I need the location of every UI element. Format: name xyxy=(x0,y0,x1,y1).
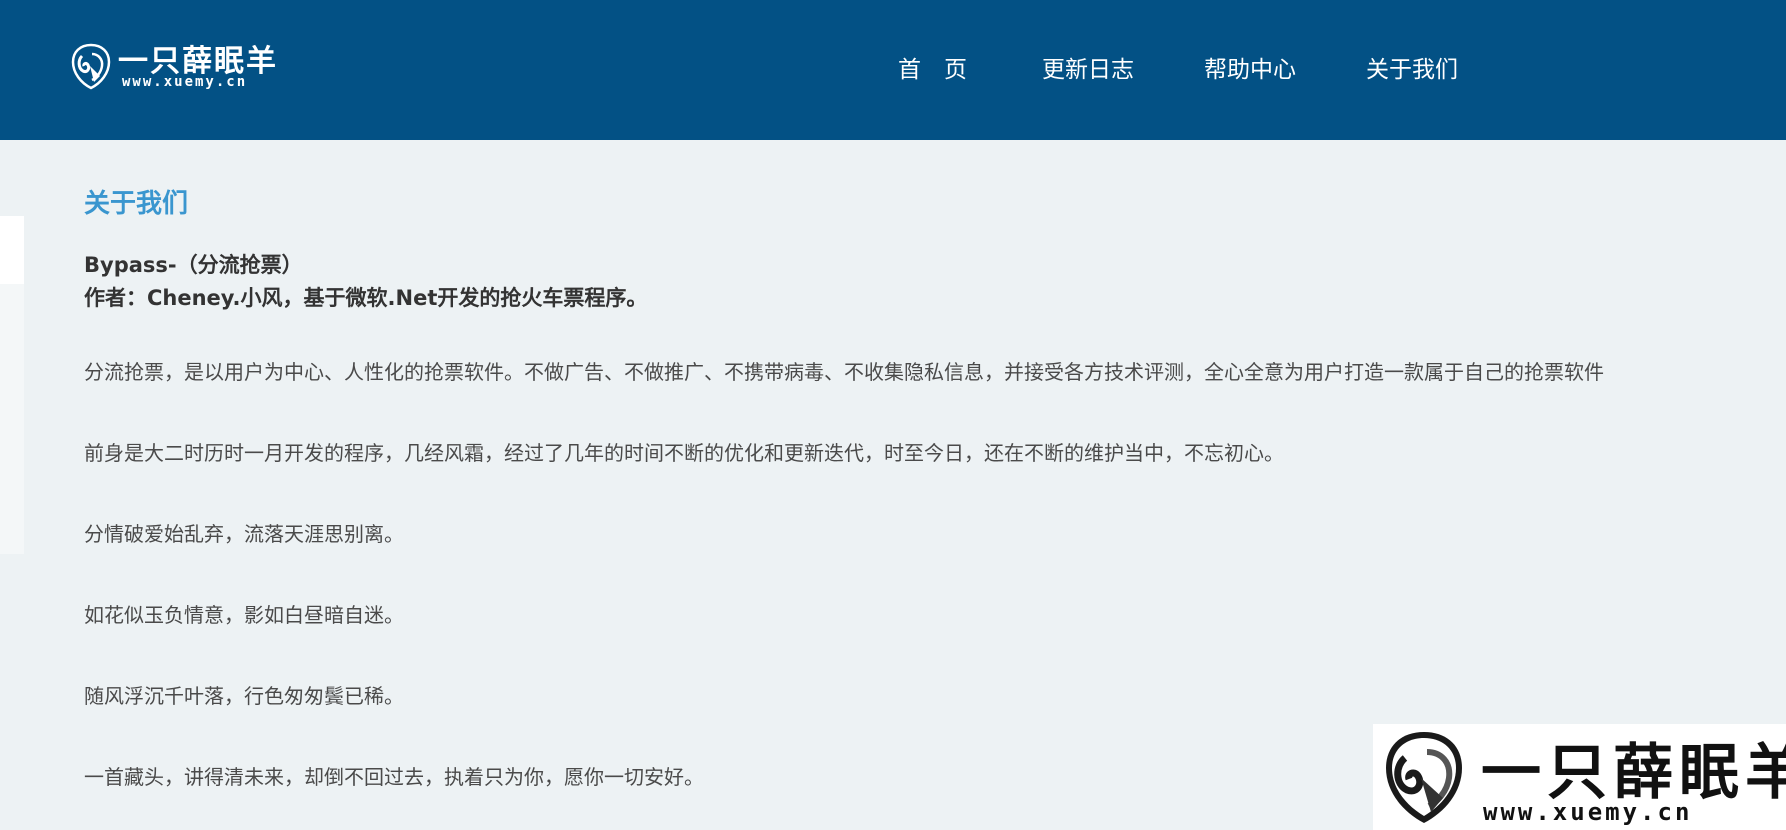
side-tab[interactable] xyxy=(0,216,24,284)
paragraph-history: 前身是大二时历时一月开发的程序，几经风霜，经过了几年的时间不断的优化和更新迭代，… xyxy=(84,441,1284,465)
ram-head-icon xyxy=(71,43,111,90)
ram-head-icon xyxy=(1386,732,1462,823)
paragraph-closing: 一首藏头，讲得清未来，却倒不回过去，执着只为你，愿你一切安好。 xyxy=(84,765,704,789)
site-logo[interactable]: 一只薛眠羊 www.xuemy.cn xyxy=(70,36,280,96)
site-header: 一只薛眠羊 www.xuemy.cn 首 页 更新日志 帮助中心 关于我们 xyxy=(0,0,1786,140)
page-title: 关于我们 xyxy=(84,189,189,219)
watermark-url: www.xuemy.cn xyxy=(1483,798,1693,826)
watermark: 一只薛眠羊 www.xuemy.cn xyxy=(1373,724,1786,830)
nav-about-us[interactable]: 关于我们 xyxy=(1366,50,1458,84)
intro-author: 作者：Cheney.小风，基于微软.Net开发的抢火车票程序。 xyxy=(84,286,648,310)
nav-changelog[interactable]: 更新日志 xyxy=(1042,50,1134,84)
intro-product-name: Bypass-（分流抢票） xyxy=(84,253,303,277)
side-strip xyxy=(0,284,24,554)
paragraph-poem-line-3: 随风浮沉千叶落，行色匆匆鬓已稀。 xyxy=(84,684,404,708)
logo-url: www.xuemy.cn xyxy=(122,74,248,90)
nav-help-center[interactable]: 帮助中心 xyxy=(1204,50,1296,84)
paragraph-description: 分流抢票，是以用户为中心、人性化的抢票软件。不做广告、不做推广、不携带病毒、不收… xyxy=(84,360,1604,384)
nav-home[interactable]: 首 页 xyxy=(898,50,967,84)
paragraph-poem-line-1: 分情破爱始乱弃，流落天涯思别离。 xyxy=(84,522,404,546)
paragraph-poem-line-2: 如花似玉负情意，影如白昼暗自迷。 xyxy=(84,603,404,627)
